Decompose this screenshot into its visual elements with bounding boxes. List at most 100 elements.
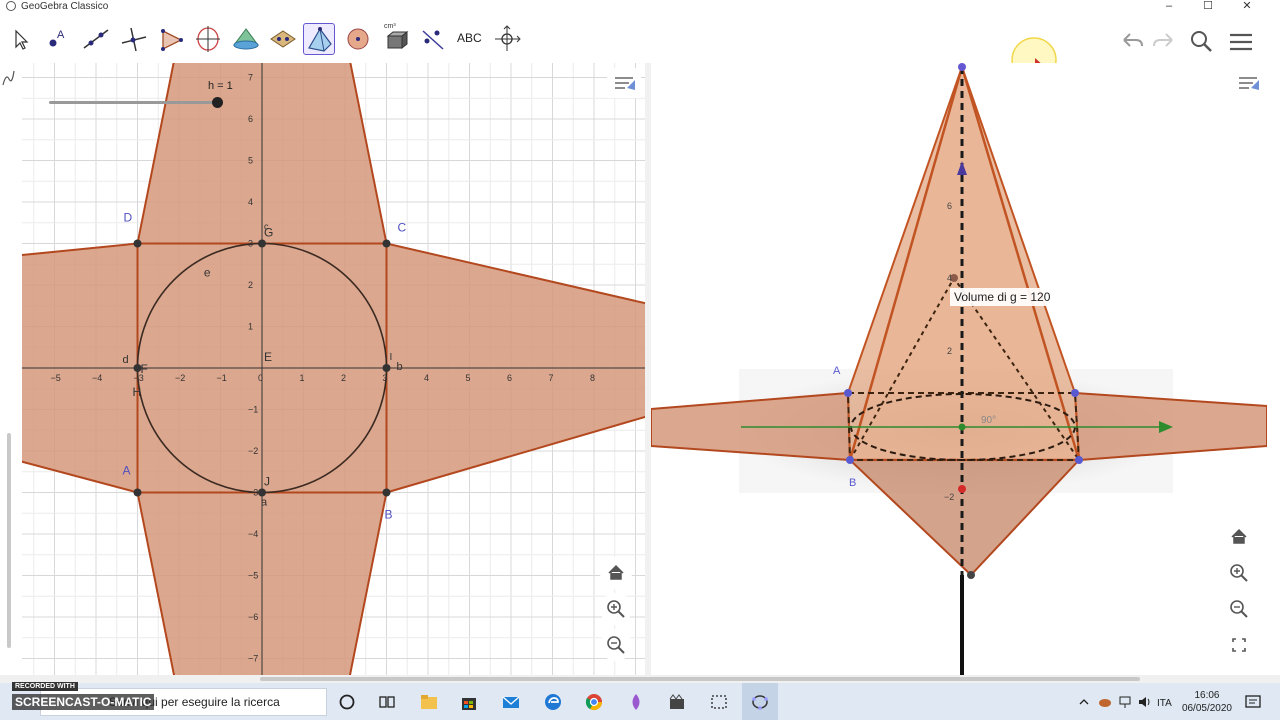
store-icon[interactable]: [460, 693, 478, 711]
point-d-3d[interactable]: [1071, 389, 1079, 397]
volume-icon[interactable]: [1137, 693, 1155, 711]
geogebra-taskbar-button[interactable]: [742, 683, 778, 720]
window-title: GeoGebra Classico: [21, 1, 109, 12]
zoom-out-button-3d[interactable]: [1223, 593, 1255, 625]
y-tick-label: −6: [248, 612, 258, 622]
right-strip: [1267, 63, 1280, 675]
h-slider-handle[interactable]: [212, 97, 223, 108]
y-tick-label: 4: [248, 197, 253, 207]
volume-tool-button[interactable]: cm³: [380, 23, 412, 55]
x-tick-label: 5: [466, 373, 471, 383]
vertex-point[interactable]: [258, 239, 266, 248]
close-button[interactable]: ✕: [1232, 0, 1262, 14]
file-explorer-icon[interactable]: [420, 693, 438, 711]
point-label-a: A: [123, 464, 131, 478]
point-c-3d[interactable]: [1075, 456, 1083, 464]
paint-icon[interactable]: [627, 693, 645, 711]
polygon-tool-button[interactable]: [155, 23, 187, 55]
notifications-icon[interactable]: [1244, 693, 1262, 711]
x-tick-label: −2: [175, 373, 185, 383]
x-tick-label: 6: [507, 373, 512, 383]
z-tick-label: −2: [944, 492, 954, 502]
screen-capture-icon[interactable]: [710, 693, 728, 711]
chevron-up-icon[interactable]: [1078, 693, 1096, 711]
net-face-lower-3d: [847, 459, 1082, 577]
graphics-view-3d[interactable]: 6 4 2 −2 90° A B Volume di g = 120: [651, 63, 1267, 675]
vertex-point[interactable]: [382, 488, 391, 497]
menu-icon[interactable]: [1228, 30, 1254, 54]
point-label-c-lower: c: [264, 222, 269, 232]
scrollbar-thumb[interactable]: [260, 677, 1140, 681]
home-button-3d[interactable]: [1223, 521, 1255, 553]
horizontal-scrollbar[interactable]: [0, 675, 1280, 683]
point-a-3d[interactable]: [844, 389, 852, 397]
sphere-tool-button[interactable]: [342, 23, 374, 55]
cortana-icon[interactable]: [338, 693, 356, 711]
circle-axis-tool-button[interactable]: [192, 23, 224, 55]
network-icon[interactable]: [1117, 693, 1135, 711]
taskbar-clock[interactable]: 16:06 06/05/2020: [1182, 689, 1232, 715]
text-tool-button[interactable]: ABC: [454, 23, 486, 55]
x-tick-label: −4: [92, 373, 102, 383]
svg-text:ITA: ITA: [1157, 698, 1172, 709]
maximize-button[interactable]: ☐: [1193, 0, 1223, 14]
zoom-in-button-2d[interactable]: [600, 593, 632, 625]
pyramid-tool-button[interactable]: [303, 23, 335, 55]
rotate-view-tool-button[interactable]: [491, 23, 523, 55]
search-icon[interactable]: [1187, 28, 1215, 56]
y-tick-label: −4: [248, 529, 258, 539]
red-point-3d[interactable]: [958, 485, 966, 493]
language-icon[interactable]: ITA: [1157, 693, 1175, 711]
reflect-tool-button[interactable]: [417, 23, 449, 55]
undo-icon[interactable]: [1118, 28, 1146, 52]
redo-icon[interactable]: [1150, 28, 1178, 52]
style-bar-toggle-3d[interactable]: [1231, 68, 1265, 98]
vertex-point[interactable]: [133, 239, 142, 248]
vertex-point[interactable]: [133, 488, 142, 497]
h-slider-track[interactable]: [49, 101, 219, 104]
zoom-out-icon: [607, 636, 625, 654]
apex-point-3d[interactable]: [958, 63, 966, 71]
fullscreen-icon: [1232, 638, 1246, 652]
algebra-toggle-icon[interactable]: [0, 63, 22, 675]
point-b-3d[interactable]: [846, 456, 854, 464]
plane-tool-button[interactable]: [267, 23, 299, 55]
fullscreen-button-3d[interactable]: [1223, 629, 1255, 661]
vertex-point[interactable]: [258, 488, 266, 497]
vertex-point[interactable]: [382, 364, 391, 372]
origin-point-3d[interactable]: [958, 423, 966, 431]
chrome-icon[interactable]: [585, 693, 603, 711]
home-button-2d[interactable]: [600, 557, 632, 589]
y-tick-label: −5: [248, 571, 258, 581]
z-tick-label: 2: [947, 346, 952, 356]
line-icon: [83, 29, 109, 49]
bottom-point-3d[interactable]: [967, 571, 975, 579]
cone-tool-button[interactable]: [230, 23, 262, 55]
graphics-3d-canvas[interactable]: 6 4 2 −2 90° A B: [651, 63, 1267, 675]
move-tool-button[interactable]: [4, 23, 36, 55]
y-tick-label: 1: [248, 322, 253, 332]
perpendicular-tool-button[interactable]: [118, 23, 150, 55]
point-label-b-3d: B: [849, 477, 856, 489]
task-view-icon[interactable]: [378, 693, 396, 711]
point-tool-button[interactable]: A: [42, 23, 74, 55]
left-strip: [0, 63, 22, 675]
edge-icon[interactable]: [544, 693, 562, 711]
home-icon: [1231, 528, 1247, 544]
zoom-out-icon: [1230, 600, 1248, 618]
geogebra-logo-icon: [6, 1, 16, 11]
video-editor-icon[interactable]: [668, 693, 686, 711]
arrow-pointer-icon: [15, 29, 29, 50]
vertex-point[interactable]: [382, 239, 391, 248]
zoom-out-button-2d[interactable]: [600, 629, 632, 661]
y-tick-label: −3: [248, 488, 258, 498]
graphics-view-2d[interactable]: −5 −4 −3 −2 −1 0 1 2 3 4 5 6 7 8 7 6 5 4 3 2 1 −1 −2 −3 −4 −5 −6 −7…: [22, 63, 645, 675]
tray-app-icon[interactable]: [1097, 693, 1115, 711]
minimize-button[interactable]: –: [1154, 0, 1184, 14]
zoom-in-button-3d[interactable]: [1223, 557, 1255, 589]
style-bar-toggle-2d[interactable]: [607, 68, 641, 98]
home-icon: [608, 564, 624, 580]
line-tool-button[interactable]: [80, 23, 112, 55]
graphics-2d-canvas[interactable]: −5 −4 −3 −2 −1 0 1 2 3 4 5 6 7 87654321−1−2−3−4−5−6−7…: [22, 63, 645, 675]
mail-icon[interactable]: [502, 693, 520, 711]
